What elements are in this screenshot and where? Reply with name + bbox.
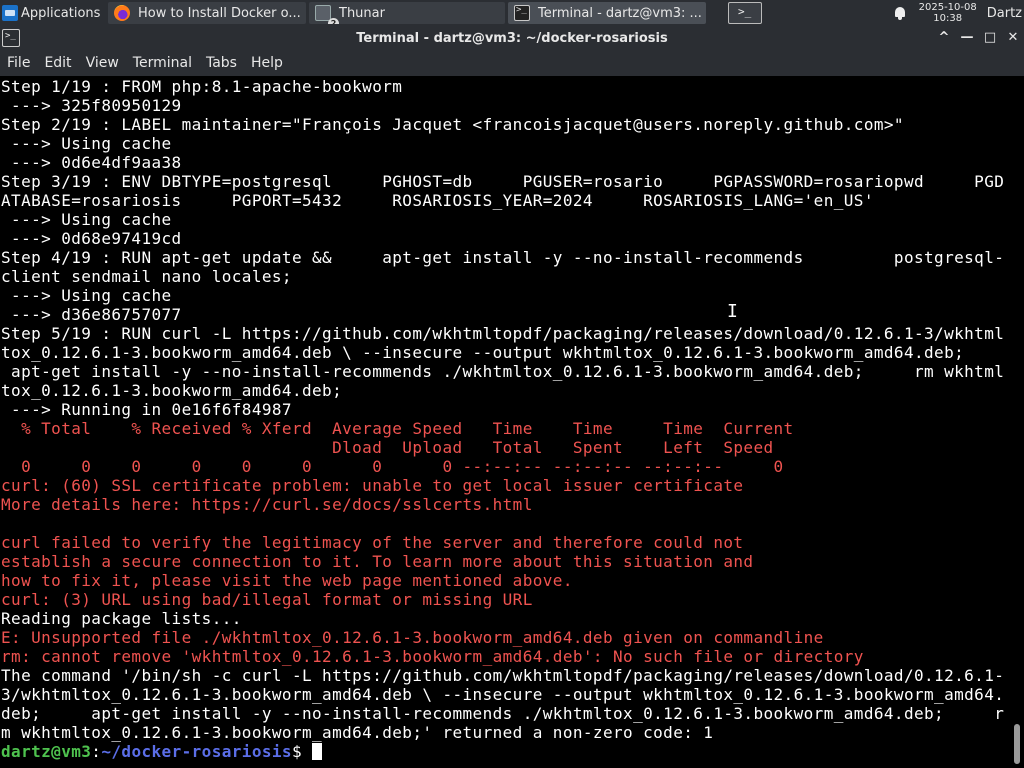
terminal-line: ATABASE=rosariosis PGPORT=5432 ROSARIOSI… [1,191,874,210]
terminal-line: Step 3/19 : ENV DBTYPE=postgresql PGHOST… [1,172,1005,191]
terminal-line: Step 1/19 : FROM php:8.1-apache-bookworm [1,77,403,96]
terminal-line: tox_0.12.6.1-3.bookworm_amd64.deb \ --in… [1,343,965,362]
menu-bar: File Edit View Terminal Tabs Help [0,50,1024,76]
taskbar-firefox[interactable]: How to Install Docker o... [108,2,306,24]
terminal-line: More details here: https://curl.se/docs/… [1,495,533,514]
terminal-line: tox_0.12.6.1-3.bookworm_amd64.deb; [1,381,343,400]
terminal-line: 3/wkhtmltox_0.12.6.1-3.bookworm_amd64.de… [1,685,1005,704]
applications-menu[interactable]: Applications [0,0,108,26]
terminal-line: ---> 0d68e97419cd [1,229,182,248]
terminal-line: curl: (60) SSL certificate problem: unab… [1,476,744,495]
terminal-line: establish a secure connection to it. To … [1,552,754,571]
terminal-line: deb; apt-get install -y --no-install-rec… [1,704,1005,723]
menu-edit[interactable]: Edit [44,55,71,71]
minimize-button[interactable]: — [956,28,978,48]
menu-view[interactable]: View [86,55,119,71]
block-cursor [312,743,323,760]
menu-tabs[interactable]: Tabs [206,55,237,71]
terminal-line: Reading package lists... [1,609,242,628]
close-button[interactable]: ✕ [1002,28,1024,48]
taskbar-terminal[interactable]: Terminal - dartz@vm3: ... [508,2,706,24]
maximize-button[interactable]: □ [979,28,1001,48]
terminal-line: ---> Using cache [1,286,172,305]
menu-terminal[interactable]: Terminal [133,55,192,71]
terminal-line: E: Unsupported file ./wkhtmltox_0.12.6.1… [1,628,824,647]
user-menu[interactable]: Dartz [987,6,1022,21]
window-count-badge: 2 [328,18,339,24]
prompt-path: ~/docker-rosariosis [101,742,292,761]
clock[interactable]: 2025-10-08 10:38 [919,2,977,24]
terminal-line: ---> 325f80950129 [1,96,182,115]
terminal-line: curl failed to verify the legitimacy of … [1,533,744,552]
taskbar-thunar[interactable]: 2 Thunar [309,2,505,24]
file-manager-icon: 2 [315,5,339,24]
firefox-icon [114,5,130,21]
terminal-line: rm: cannot remove 'wkhtmltox_0.12.6.1-3.… [1,647,864,666]
taskbar-terminal-label: Terminal - dartz@vm3: ... [538,5,702,21]
applications-label: Applications [21,5,101,21]
window-controls: ^ — □ ✕ [932,26,1024,50]
clock-date: 2025-10-08 [918,2,977,13]
terminal-window-icon[interactable] [2,29,20,47]
terminal-line: ---> 0d6e4df9aa38 [1,153,182,172]
top-panel: Applications How to Install Docker o... … [0,0,1024,26]
taskbar-firefox-label: How to Install Docker o... [138,5,301,21]
clock-time: 10:38 [933,13,963,24]
terminal-icon [514,5,530,21]
terminal-launcher-icon[interactable] [728,2,762,24]
terminal-line: client sendmail nano locales; [1,267,292,286]
prompt-separator: : [91,742,102,761]
terminal-line: Step 5/19 : RUN curl -L https://github.c… [1,324,1005,343]
shell-prompt[interactable]: dartz@vm3:~/docker-rosariosis$ [1,742,1010,761]
scrollbar-thumb[interactable] [1014,724,1020,764]
terminal-line: m wkhtmltox_0.12.6.1-3.bookworm_amd64.de… [1,723,714,742]
terminal-scrollbar[interactable] [1010,76,1024,768]
prompt-user: dartz@vm3 [1,742,92,761]
terminal-line: apt-get install -y --no-install-recommen… [1,362,1005,381]
terminal-line: Step 2/19 : LABEL maintainer="François J… [1,115,904,134]
prompt-symbol: $ [291,742,313,761]
terminal-line: ---> Using cache [1,210,172,229]
panel-tray: 2025-10-08 10:38 Dartz [893,0,1024,26]
window-title: Terminal - dartz@vm3: ~/docker-rosariosi… [356,30,668,46]
terminal-line: ---> d36e86757077 [1,305,182,324]
bell-icon[interactable] [893,6,907,20]
terminal-line: ---> Using cache [1,134,172,153]
terminal-line: ---> Running in 0e16f6f84987 [1,400,292,419]
window-titlebar[interactable]: Terminal - dartz@vm3: ~/docker-rosariosi… [0,26,1024,50]
terminal-line: how to fix it, please visit the web page… [1,571,573,590]
terminal-line: curl: (3) URL using bad/illegal format o… [1,590,533,609]
terminal-line: The command '/bin/sh -c curl -L https://… [1,666,1005,685]
terminal-line: Step 4/19 : RUN apt-get update && apt-ge… [1,248,1005,267]
terminal-line: 0 0 0 0 0 0 0 0 --:--:-- --:--:-- --:--:… [1,457,784,476]
shade-button[interactable]: ^ [933,28,955,48]
taskbar-thunar-label: Thunar [339,5,385,21]
terminal-line: % Total % Received % Xferd Average Speed… [1,419,794,438]
menu-file[interactable]: File [7,55,30,71]
terminal-line: Dload Upload Total Spent Left Speed [1,438,774,457]
terminal-output[interactable]: Step 1/19 : FROM php:8.1-apache-bookworm… [0,76,1010,768]
menu-help[interactable]: Help [251,55,283,71]
applications-icon [2,5,18,21]
text-cursor-icon: I [727,301,738,322]
